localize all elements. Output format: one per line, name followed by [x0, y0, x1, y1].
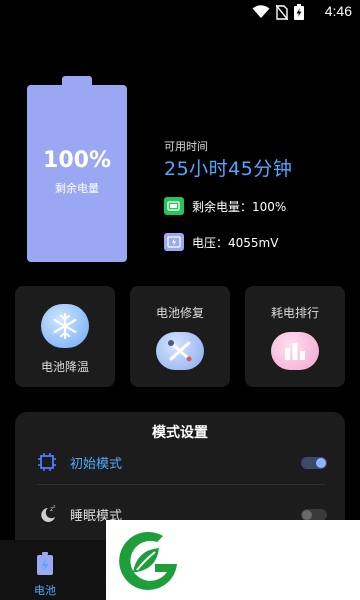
card-power-ranking[interactable]: 耗电排行 — [245, 286, 345, 387]
tab-battery-label: 电池 — [34, 584, 56, 597]
battery-level-icon — [164, 197, 184, 215]
voltage-row: 电压：4055mV — [164, 233, 278, 251]
available-time-label: 可用时间 — [164, 140, 208, 153]
tab-battery[interactable]: 电池 — [28, 552, 62, 598]
battery-body — [27, 85, 127, 262]
chip-icon — [38, 453, 56, 471]
toggle-knob — [316, 458, 326, 468]
voltage-text: 电压：4055mV — [192, 235, 279, 250]
leaf-logo-icon — [119, 531, 177, 590]
logo-overlay — [106, 520, 360, 600]
remaining-charge-text: 剩余电量：100% — [192, 199, 287, 214]
battery-percent: 100% — [43, 148, 111, 173]
mode-label: 初始模式 — [70, 457, 123, 472]
card-battery-repair[interactable]: 电池修复 — [130, 286, 230, 387]
battery-tab-icon — [37, 552, 53, 575]
bar-chart-icon — [271, 332, 319, 370]
svg-text:z: z — [53, 505, 56, 510]
mode-settings-title: 模式设置 — [152, 425, 208, 441]
battery-remaining-label: 剩余电量 — [55, 182, 99, 195]
wifi-icon — [252, 5, 270, 18]
mode-toggle-initial[interactable] — [301, 457, 327, 469]
remaining-charge-row: 剩余电量：100% — [164, 197, 286, 215]
sleep-moon-icon: z z — [41, 505, 56, 522]
card-label: 电池降温 — [40, 360, 89, 374]
card-battery-cooling[interactable]: 电池降温 — [15, 286, 115, 387]
divider — [37, 484, 325, 485]
card-label: 电池修复 — [155, 306, 204, 320]
charging-battery-icon — [294, 4, 304, 20]
snowflake-icon — [41, 304, 89, 348]
available-time-value: 25小时45分钟 — [164, 158, 293, 180]
battery-graphic: 100% 剩余电量 — [27, 76, 127, 262]
status-bar: 4:46 — [0, 0, 360, 24]
feature-cards: 电池降温 电池修复 耗电排行 — [15, 286, 345, 387]
status-time: 4:46 — [324, 3, 352, 19]
wrench-screwdriver-icon — [156, 332, 204, 370]
voltage-icon — [164, 233, 184, 251]
mode-row-initial[interactable]: 初始模式 — [15, 442, 345, 482]
card-label: 耗电排行 — [270, 306, 319, 320]
no-sim-icon — [276, 4, 288, 20]
toggle-knob — [302, 510, 312, 520]
status-icons — [252, 4, 304, 20]
